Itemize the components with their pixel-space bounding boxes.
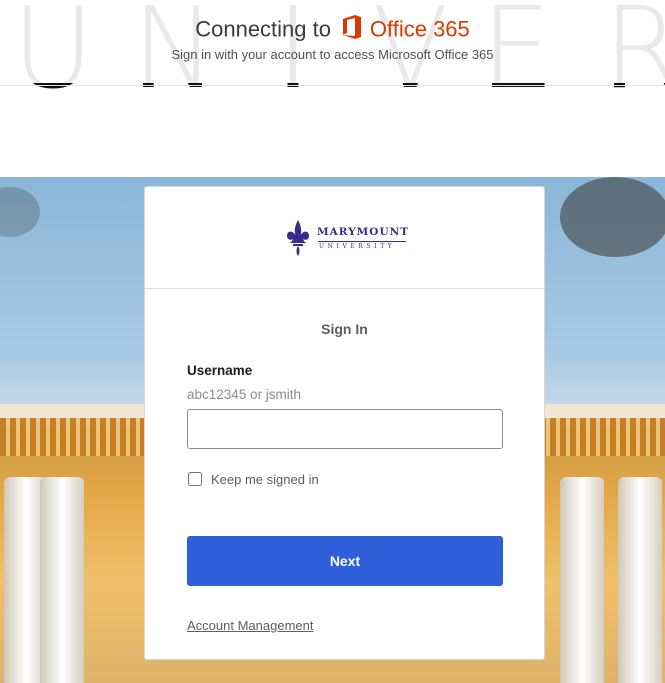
university-subname: UNIVERSITY [319, 243, 396, 250]
office-365-icon [341, 14, 363, 45]
login-card: MARYMOUNT UNIVERSITY Sign In Username ab… [144, 186, 545, 660]
university-logo: MARYMOUNT UNIVERSITY [285, 218, 409, 258]
username-input[interactable] [187, 409, 503, 449]
building-column [560, 477, 604, 683]
sign-in-subtitle: Sign in with your account to access Micr… [171, 47, 494, 62]
username-label: Username [187, 363, 253, 378]
header-banner: U N I V E R U N I V E R Connecting to Of… [0, 0, 665, 177]
banner-divider [0, 85, 665, 86]
building-column [40, 477, 84, 683]
connecting-heading: Connecting to Office 365 [0, 14, 665, 45]
tree-branches [560, 177, 665, 257]
username-hint: abc12345 or jsmith [187, 387, 302, 402]
connecting-text: Connecting to [195, 16, 331, 42]
fleur-de-lis-icon [286, 220, 310, 256]
next-button[interactable]: Next [187, 536, 503, 586]
keep-signed-in-label[interactable]: Keep me signed in [211, 472, 319, 487]
building-column [618, 477, 662, 683]
logo-rule [318, 241, 406, 242]
card-header: MARYMOUNT UNIVERSITY [145, 187, 544, 289]
account-management-link[interactable]: Account Management [187, 618, 313, 633]
keep-signed-in-checkbox[interactable] [188, 472, 202, 486]
university-name: MARYMOUNT [317, 226, 410, 238]
office-365-label: Office 365 [369, 16, 470, 42]
tree-branches [0, 187, 40, 237]
sign-in-title: Sign In [321, 321, 368, 337]
